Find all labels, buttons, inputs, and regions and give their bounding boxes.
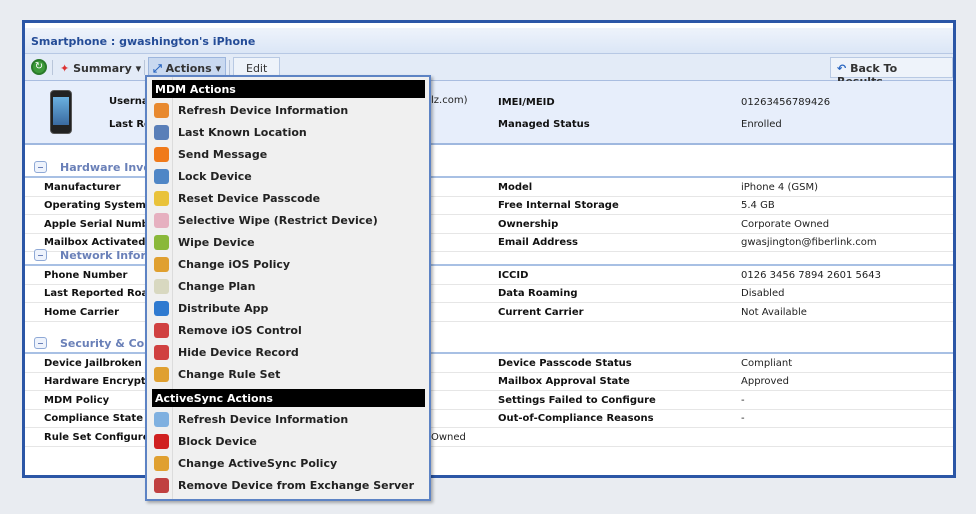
field-label: Device Passcode Status [498,358,632,369]
menu-item[interactable]: Wipe Device [150,233,426,253]
field-value: - [741,413,745,425]
section-title: Security & Com [60,337,156,350]
field-value: Compliant [741,358,793,369]
collapse-icon[interactable] [34,161,47,173]
field-label: Model [498,182,533,193]
field-label: Manufacturer [44,182,121,193]
collapse-icon[interactable] [34,337,47,349]
block-icon [154,434,169,449]
pencil-icon [154,456,169,471]
field-value: 0126 3456 7894 2601 5643 [741,270,881,281]
actions-icon: ⤢ [153,62,162,75]
menu-item[interactable]: Block Device [150,432,426,452]
imei-label: IMEI/MEID [498,97,555,108]
summary-icon: ✦ [60,62,70,75]
remove-device-icon [154,323,169,338]
field-value: Corporate Owned [741,218,830,230]
eraser-icon [154,213,169,228]
rss-icon [154,147,169,162]
field-label: Device Jailbroken [44,358,142,369]
field-label: Apple Serial Number [44,218,161,230]
field-label: Compliance State [44,413,143,425]
summary-dropdown[interactable]: ✦ Summary ▾ [55,57,146,78]
field-label: Current Carrier [498,306,584,318]
hide-device-icon [154,345,169,360]
iphone-image [50,90,72,134]
apple-refresh-icon [154,103,169,118]
menu-item[interactable]: Refresh Device Information [150,101,426,121]
mdm-actions-header: MDM Actions [152,80,425,98]
field-value: Not Available [741,306,807,318]
remove-exchange-icon [154,478,169,493]
notepad-icon [154,279,169,294]
username-value: lz.com) [431,95,468,106]
menu-item[interactable]: Change iOS Policy [150,255,426,275]
menu-item[interactable]: Send Message [150,145,426,165]
field-label: Ownership [498,218,559,230]
field-value: iPhone 4 (GSM) [741,182,819,193]
lock-icon [154,169,169,184]
field-label: Settings Failed to Configure [498,394,656,406]
field-label: Hardware Encryptio [44,376,156,388]
field-value: Owned [431,431,466,443]
menu-item[interactable]: Change Plan [150,277,426,297]
field-value: 5.4 GB [741,200,775,212]
actions-menu: MDM Actions Refresh Device Information La… [145,75,431,501]
menu-item[interactable]: Remove Device from Exchange Server [150,476,426,496]
field-label: Mailbox Approval State [498,376,630,388]
collapse-icon[interactable] [34,249,47,261]
menu-item[interactable]: Remove iOS Control [150,321,426,341]
arrow-right-icon [154,301,169,316]
managed-status-label: Managed Status [498,119,590,130]
refresh-icon[interactable]: ↻ [31,59,47,75]
menu-item[interactable]: Hide Device Record [150,343,426,363]
field-label: Operating System [44,200,146,212]
activesync-actions-header: ActiveSync Actions [152,389,425,407]
field-label: MDM Policy [44,394,110,406]
page-title: Smartphone : gwashington's iPhone [25,28,953,54]
managed-status-value: Enrolled [741,119,782,130]
pencil-icon [154,367,169,382]
magnifier-icon [154,125,169,140]
field-value: Disabled [741,288,785,300]
field-value: Approved [741,376,789,388]
menu-item[interactable]: Change Rule Set [150,365,426,385]
menu-item[interactable]: Change ActiveSync Policy [150,454,426,474]
undo-icon: ↶ [837,62,847,75]
menu-item[interactable]: Selective Wipe (Restrict Device) [150,211,426,231]
field-value: - [741,394,745,406]
field-label: Data Roaming [498,288,578,300]
key-icon [154,191,169,206]
menu-item[interactable]: Reset Device Passcode [150,189,426,209]
menu-item[interactable]: Last Known Location [150,123,426,143]
imei-value: 01263456789426 [741,97,831,108]
field-label: Rule Set Configured [44,431,157,443]
pencil-icon [154,257,169,272]
field-label: ICCID [498,270,529,281]
menu-item[interactable]: Lock Device [150,167,426,187]
section-title: Hardware Inve [60,161,151,174]
menu-item[interactable]: Distribute App [150,299,426,319]
field-label: Out-of-Compliance Reasons [498,413,654,425]
back-to-results-button[interactable]: ↶ Back To Results [830,57,953,88]
menu-item[interactable]: Refresh Device Information [150,410,426,430]
wipe-icon [154,235,169,250]
field-label: Phone Number [44,270,128,281]
field-label: Last Reported Roam [44,288,159,300]
field-label: Home Carrier [44,306,120,318]
refresh-icon [154,412,169,427]
section-title: Network Inforr [60,249,152,262]
field-label: Free Internal Storage [498,200,619,212]
